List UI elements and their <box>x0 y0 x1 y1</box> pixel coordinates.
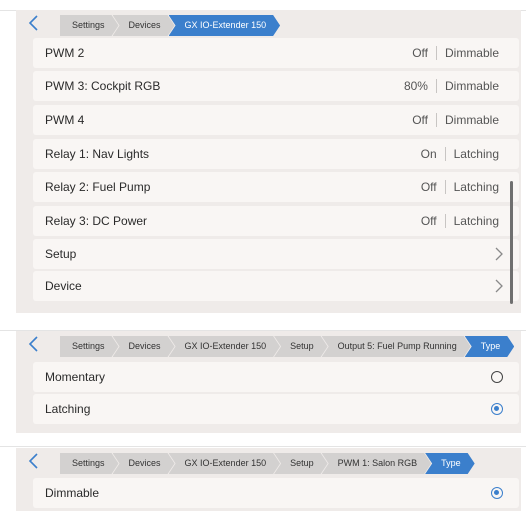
breadcrumb-devices[interactable]: Devices <box>113 15 175 36</box>
chevron-left-icon[interactable] <box>24 451 44 471</box>
breadcrumb-setup[interactable]: Setup <box>274 336 328 357</box>
list-item-device[interactable]: Device <box>33 271 519 301</box>
row-type: Dimmable <box>444 46 499 60</box>
breadcrumb-gx-io-extender[interactable]: GX IO-Extender 150 <box>169 336 281 357</box>
row-label: Setup <box>45 247 77 261</box>
row-separator <box>444 180 446 194</box>
row-label: PWM 3: Cockpit RGB <box>45 79 161 93</box>
chevron-left-icon[interactable] <box>24 13 44 33</box>
option-momentary[interactable]: Momentary <box>33 362 519 392</box>
row-label: Relay 3: DC Power <box>45 214 148 228</box>
breadcrumb-gx-io-extender[interactable]: GX IO-Extender 150 <box>169 15 281 36</box>
list-item-relay-2[interactable]: Relay 2: Fuel Pump Off Latching <box>33 172 519 202</box>
row-value: Off <box>412 113 428 127</box>
row-value: On <box>420 147 437 161</box>
pwm-type-panel: Settings Devices GX IO-Extender 150 Setu… <box>16 448 521 511</box>
radio-button-unselected[interactable] <box>491 371 503 383</box>
radio-button-selected[interactable] <box>491 403 503 415</box>
chevron-left-icon[interactable] <box>24 334 44 354</box>
row-label: Relay 2: Fuel Pump <box>45 180 151 194</box>
list-item-setup[interactable]: Setup <box>33 239 519 269</box>
row-separator <box>444 214 446 228</box>
breadcrumb-pwm-1[interactable]: PWM 1: Salon RGB <box>322 453 432 474</box>
list-item-pwm-4[interactable]: PWM 4 Off Dimmable <box>33 105 519 135</box>
row-separator <box>435 79 437 93</box>
breadcrumb: Settings Devices GX IO-Extender 150 <box>16 10 521 38</box>
row-type: Latching <box>453 147 499 161</box>
radio-button-selected[interactable] <box>491 487 503 499</box>
row-type: Dimmable <box>444 113 499 127</box>
option-latching[interactable]: Latching <box>33 394 519 424</box>
section-divider <box>0 446 526 447</box>
breadcrumb: Settings Devices GX IO-Extender 150 Setu… <box>16 448 521 476</box>
row-label: PWM 4 <box>45 113 85 127</box>
chevron-right-icon <box>495 247 503 261</box>
breadcrumb-settings[interactable]: Settings <box>60 453 119 474</box>
breadcrumb-setup[interactable]: Setup <box>274 453 328 474</box>
row-type: Latching <box>453 180 499 194</box>
output-type-panel: Settings Devices GX IO-Extender 150 Setu… <box>16 331 521 433</box>
breadcrumb-settings[interactable]: Settings <box>60 15 119 36</box>
chevron-right-icon <box>495 279 503 293</box>
option-label: Latching <box>45 402 91 416</box>
option-label: Dimmable <box>45 486 100 500</box>
breadcrumb: Settings Devices GX IO-Extender 150 Setu… <box>16 331 521 359</box>
row-label: PWM 2 <box>45 46 85 60</box>
row-separator <box>435 113 437 127</box>
row-label: Relay 1: Nav Lights <box>45 147 150 161</box>
row-separator <box>435 46 437 60</box>
breadcrumb-type[interactable]: Type <box>425 453 475 474</box>
scrollbar[interactable] <box>510 181 513 304</box>
breadcrumb-devices[interactable]: Devices <box>113 336 175 357</box>
breadcrumb-settings[interactable]: Settings <box>60 336 119 357</box>
row-type: Dimmable <box>444 79 499 93</box>
list-item-pwm-3[interactable]: PWM 3: Cockpit RGB 80% Dimmable <box>33 71 519 101</box>
device-settings-panel: Settings Devices GX IO-Extender 150 PWM … <box>16 10 521 313</box>
option-dimmable[interactable]: Dimmable <box>33 478 519 508</box>
row-type: Latching <box>453 214 499 228</box>
list-item-pwm-2[interactable]: PWM 2 Off Dimmable <box>33 38 519 68</box>
row-value: Off <box>420 180 437 194</box>
row-label: Device <box>45 279 82 293</box>
row-value: Off <box>412 46 428 60</box>
list-item-relay-1[interactable]: Relay 1: Nav Lights On Latching <box>33 139 519 169</box>
row-value: Off <box>420 214 437 228</box>
breadcrumb-devices[interactable]: Devices <box>113 453 175 474</box>
list-item-relay-3[interactable]: Relay 3: DC Power Off Latching <box>33 206 519 236</box>
row-separator <box>444 147 446 161</box>
row-value: 80% <box>403 79 428 93</box>
breadcrumb-type[interactable]: Type <box>465 336 515 357</box>
breadcrumb-gx-io-extender[interactable]: GX IO-Extender 150 <box>169 453 281 474</box>
breadcrumb-output-5[interactable]: Output 5: Fuel Pump Running <box>322 336 471 357</box>
option-label: Momentary <box>45 370 106 384</box>
